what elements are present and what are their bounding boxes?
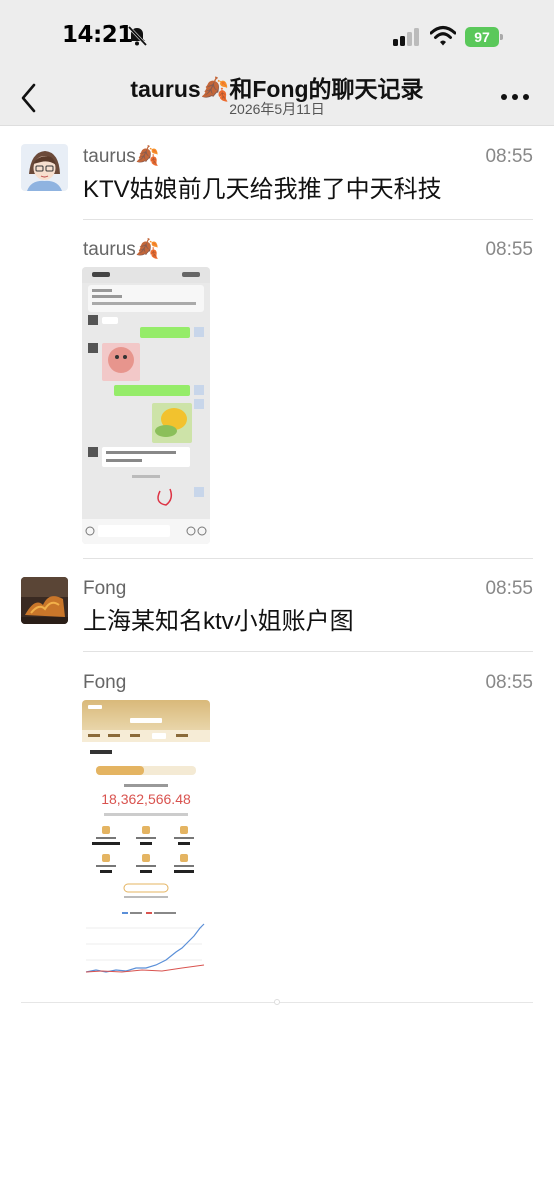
back-chevron-icon[interactable] [18,81,40,115]
message-time: 08:55 [485,578,533,599]
message-time: 08:55 [485,672,533,693]
status-bar: 14:21 97 [0,0,554,75]
avatar[interactable] [21,144,68,191]
end-marker [274,999,280,1005]
sender-name: Fong [83,578,127,599]
svg-text:18,362,566.48: 18,362,566.48 [101,791,191,807]
message-text: KTV姑娘前几天给我推了中天科技 [83,176,442,203]
nav-bar: taurus🍂和Fong的聊天记录 2026年5月11日 [0,75,554,126]
page-title: taurus🍂和Fong的聊天记录 [130,76,424,102]
more-options-icon[interactable] [500,93,530,101]
anime-avatar-icon [21,144,68,191]
nav-title-block: taurus🍂和Fong的聊天记录 2026年5月11日 [90,75,464,117]
bell-muted-icon [127,25,148,47]
status-time: 14:21 [62,22,133,48]
avatar[interactable] [21,577,68,624]
sender-name: taurus🍂 [83,146,160,167]
sender-name: taurus🍂 [83,239,160,260]
page-subtitle-date: 2026年5月11日 [229,101,325,117]
account-screenshot-thumbnail[interactable]: 18,362,566.48 [82,700,210,977]
battery-level: 97 [474,29,490,45]
cellular-signal-icon [393,28,419,46]
account-screenshot-image: 18,362,566.48 [82,700,210,977]
chat-screenshot-image [82,267,210,544]
fire-landscape-avatar-icon [21,577,68,624]
message-text: 上海某知名ktv小姐账户图 [83,608,354,635]
sender-name: Fong [83,672,127,693]
message-time: 08:55 [485,146,533,167]
chat-screenshot-thumbnail[interactable] [82,267,210,544]
divider [83,651,533,652]
wifi-icon [430,26,456,46]
battery-indicator: 97 [465,27,503,47]
divider [83,219,533,220]
message-time: 08:55 [485,239,533,260]
divider [83,558,533,559]
